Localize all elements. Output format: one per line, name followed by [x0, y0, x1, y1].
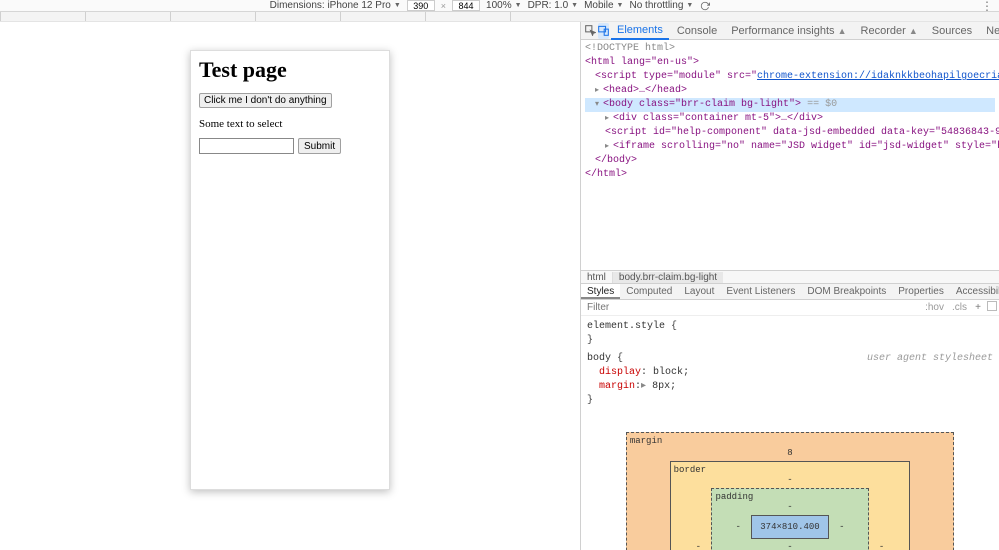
dom-node[interactable]: ▸<iframe scrolling="no" name="JSD widget… — [585, 140, 995, 154]
toggle-computed-sidebar-icon[interactable] — [985, 301, 999, 314]
chevron-down-icon: ▼ — [686, 2, 693, 9]
subtab-event-listeners[interactable]: Event Listeners — [720, 284, 801, 299]
dom-node[interactable]: ▸<div class="container mt-5">…</div> — [585, 112, 995, 126]
chevron-down-icon: ▼ — [394, 2, 401, 9]
inspect-element-icon[interactable] — [585, 23, 596, 39]
device-frame: Test page Click me I don't do anything S… — [190, 50, 390, 490]
main-area: Test page Click me I don't do anything S… — [0, 22, 999, 550]
toggle-device-icon[interactable] — [598, 23, 609, 39]
dom-node[interactable]: </html> — [585, 168, 995, 182]
tab-sources[interactable]: Sources — [926, 23, 978, 39]
page-content: Test page Click me I don't do anything S… — [191, 51, 389, 160]
device-toolbar: Dimensions: iPhone 12 Pro ▼ × 100% ▼ DPR… — [0, 0, 999, 12]
dimension-x: × — [441, 1, 446, 11]
cls-toggle[interactable]: .cls — [948, 302, 971, 313]
hov-toggle[interactable]: :hov — [921, 302, 948, 313]
rotate-icon[interactable] — [699, 0, 711, 12]
beaker-icon: ▲ — [838, 26, 847, 36]
new-style-rule-icon[interactable]: + — [971, 302, 985, 313]
tab-recorder[interactable]: Recorder ▲ — [855, 23, 924, 39]
dom-node[interactable]: <html lang="en-us"> — [585, 56, 995, 70]
tab-console[interactable]: Console — [671, 23, 723, 39]
zoom-select[interactable]: 100% ▼ — [486, 0, 522, 11]
ruler — [0, 12, 999, 22]
subtab-dom-breakpoints[interactable]: DOM Breakpoints — [801, 284, 892, 299]
box-model-content: 374×810.400 — [751, 515, 828, 539]
chevron-down-icon: ▼ — [617, 2, 624, 9]
page-title: Test page — [199, 57, 381, 83]
subtab-computed[interactable]: Computed — [620, 284, 678, 299]
sample-form — [199, 138, 381, 154]
device-label: Dimensions: iPhone 12 Pro — [270, 0, 391, 11]
styles-tabbar: Styles Computed Layout Event Listeners D… — [581, 284, 999, 300]
box-model: margin 8 8 border - - padding - - — [587, 412, 993, 550]
tab-performance-insights[interactable]: Performance insights ▲ — [725, 23, 852, 39]
dom-tree[interactable]: <!DOCTYPE html> <html lang="en-us"> <scr… — [581, 40, 999, 270]
device-select[interactable]: Dimensions: iPhone 12 Pro ▼ — [270, 0, 401, 11]
subtab-properties[interactable]: Properties — [892, 284, 950, 299]
viewport-panel: Test page Click me I don't do anything S… — [0, 22, 580, 550]
subtab-accessibility[interactable]: Accessibility — [950, 284, 999, 299]
throttle-select[interactable]: No throttling ▼ — [629, 0, 693, 11]
style-rule[interactable]: user agent stylesheet body { display: bl… — [587, 352, 993, 408]
dom-node[interactable]: ▸<head>…</head> — [585, 84, 995, 98]
rule-source: user agent stylesheet — [867, 352, 993, 366]
styles-filter-row: :hov .cls + — [581, 300, 999, 316]
chevron-down-icon: ▼ — [515, 2, 522, 9]
devtools-tabbar: Elements Console Performance insights ▲ … — [581, 22, 999, 40]
dom-node[interactable]: </body> — [585, 154, 995, 168]
styles-filter-input[interactable] — [581, 302, 921, 313]
subtab-styles[interactable]: Styles — [581, 284, 620, 299]
styles-panel[interactable]: element.style { } user agent stylesheet … — [581, 316, 999, 550]
tab-network[interactable]: Network — [980, 23, 999, 39]
subtab-layout[interactable]: Layout — [678, 284, 720, 299]
dom-breadcrumbs: html body.brr-claim.bg-light — [581, 270, 999, 284]
dom-node[interactable]: <!DOCTYPE html> — [585, 42, 995, 56]
style-rule[interactable]: element.style { } — [587, 320, 993, 348]
crumb[interactable]: body.brr-claim.bg-light — [612, 272, 723, 283]
viewport-width-input[interactable] — [407, 0, 435, 11]
dpr-select[interactable]: DPR: 1.0 ▼ — [528, 0, 579, 11]
dom-node-selected[interactable]: ▾<body class="brr-claim bg-light"> == $0 — [585, 98, 995, 112]
devtools-panel: Elements Console Performance insights ▲ … — [580, 22, 999, 550]
dom-node[interactable]: <script id="help-component" data-jsd-emb… — [585, 126, 995, 140]
viewport-height-input[interactable] — [452, 0, 480, 11]
sample-paragraph: Some text to select — [199, 118, 381, 130]
submit-button[interactable] — [298, 138, 341, 154]
beaker-icon: ▲ — [909, 26, 918, 36]
dom-node[interactable]: <script type="module" src="chrome-extens… — [585, 70, 995, 84]
sample-text-input[interactable] — [199, 138, 294, 154]
tab-elements[interactable]: Elements — [611, 22, 669, 40]
noop-button[interactable]: Click me I don't do anything — [199, 93, 332, 108]
chevron-down-icon: ▼ — [571, 2, 578, 9]
crumb[interactable]: html — [581, 272, 612, 283]
device-type-select[interactable]: Mobile ▼ — [584, 0, 623, 11]
